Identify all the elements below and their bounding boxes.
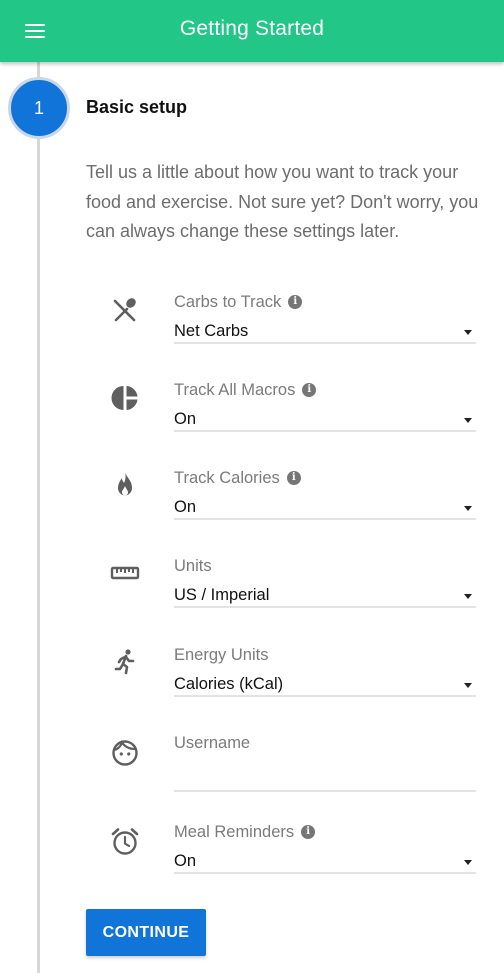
meal-reminders-field[interactable]: Meal Reminders i On [104,822,484,892]
field-underline [174,518,476,520]
stepper-rail [37,62,40,973]
units-label: Units [174,557,212,575]
username-input[interactable] [174,763,476,783]
info-icon[interactable]: i [302,383,317,397]
app-bar: Getting Started [0,0,504,62]
info-icon[interactable]: i [301,825,316,839]
track-all-macros-field[interactable]: Track All Macros i On [104,380,484,450]
energy-units-label: Energy Units [174,646,269,664]
intro-text: Tell us a little about how you want to t… [86,162,479,241]
field-underline [174,606,476,608]
dropdown-arrow-icon[interactable] [464,330,472,335]
track-calories-field[interactable]: Track Calories i On [104,468,484,538]
username-label: Username [174,734,251,752]
ruler-icon [108,556,142,590]
calories-select-value[interactable]: On [174,498,196,517]
carbs-label: Carbs to Track [174,293,282,311]
username-field[interactable]: Username [104,733,484,803]
field-underline [174,872,476,874]
energy-units-field[interactable]: Energy Units Calories (kCal) [104,645,484,715]
face-icon [108,736,142,770]
dropdown-arrow-icon[interactable] [464,683,472,688]
info-icon[interactable]: i [286,471,301,485]
dropdown-arrow-icon[interactable] [464,506,472,511]
running-person-icon [108,645,142,679]
continue-button[interactable]: CONTINUE [86,909,206,956]
field-underline [174,790,476,792]
carbs-select-value[interactable]: Net Carbs [174,322,248,341]
step-title: Basic setup [86,97,188,117]
flame-icon [108,468,142,502]
utensils-icon [108,292,142,326]
pie-chart-icon [108,380,142,414]
meal-reminders-select-value[interactable]: On [174,852,196,871]
units-select-value[interactable]: US / Imperial [174,586,269,605]
field-underline [174,695,476,697]
info-icon[interactable]: i [288,295,303,309]
energy-units-select-value[interactable]: Calories (kCal) [174,675,283,694]
dropdown-arrow-icon[interactable] [464,418,472,423]
calories-label: Track Calories [174,469,280,487]
macros-select-value[interactable]: On [174,410,196,429]
field-underline [174,342,476,344]
macros-label: Track All Macros [174,381,296,399]
units-field[interactable]: Units US / Imperial [104,556,484,626]
step-number-badge: 1 [8,77,70,139]
alarm-clock-icon [108,824,142,858]
field-underline [174,430,476,432]
carbs-to-track-field[interactable]: Carbs to Track i Net Carbs [104,292,484,362]
page-title: Getting Started [179,17,325,40]
dropdown-arrow-icon[interactable] [464,594,472,599]
dropdown-arrow-icon[interactable] [464,860,472,865]
meal-reminders-label: Meal Reminders [174,823,295,841]
